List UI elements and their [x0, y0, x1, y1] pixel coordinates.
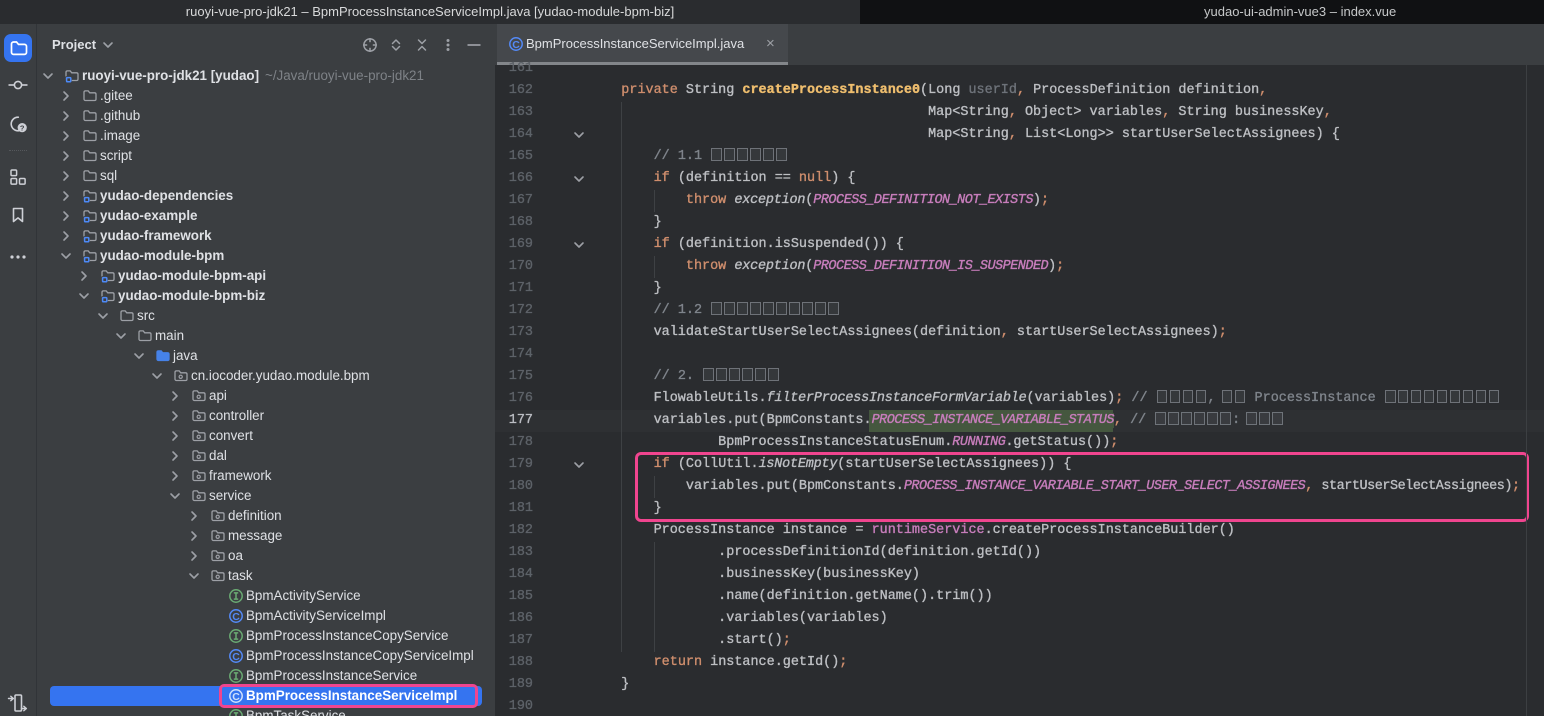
svg-text:C: C [232, 611, 240, 623]
svg-text:C: C [512, 39, 520, 51]
svg-text:C: C [232, 651, 240, 663]
svg-text:?: ? [20, 124, 25, 133]
